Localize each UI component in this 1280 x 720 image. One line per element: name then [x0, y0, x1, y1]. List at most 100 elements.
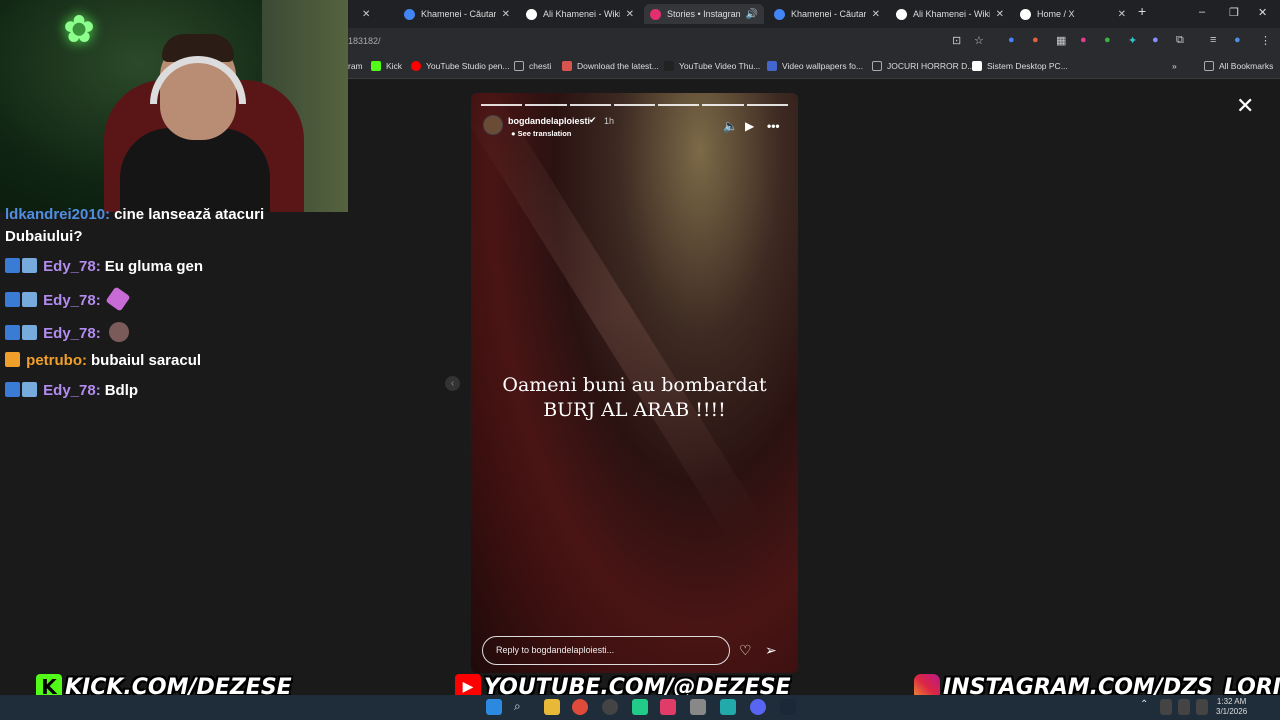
capcut-icon[interactable] — [660, 699, 676, 715]
bookmark-item[interactable]: Download the latest... — [562, 61, 659, 71]
all-bookmarks-label: All Bookmarks — [1219, 61, 1274, 71]
gear-logo-icon: ✿ — [63, 9, 95, 51]
story-progress-bar — [481, 104, 788, 106]
caption-line: Oameni buni au bombardat — [502, 374, 767, 396]
avatar[interactable] — [483, 115, 503, 135]
extension-icon[interactable]: ● — [1104, 34, 1111, 46]
clock[interactable]: 1:32 AM 3/1/2026 — [1216, 697, 1247, 717]
tab-partial[interactable]: ✕ — [350, 4, 390, 24]
extension-icon[interactable]: ● — [1008, 34, 1015, 46]
close-icon[interactable]: ✕ — [626, 9, 634, 20]
close-icon[interactable]: ✕ — [1118, 9, 1126, 20]
bookmark-item[interactable]: Kick — [371, 61, 402, 71]
badge-icon — [22, 325, 37, 340]
wallpaper-site-icon — [767, 61, 777, 71]
close-icon[interactable]: ✕ — [362, 9, 370, 20]
new-tab-icon[interactable]: + — [1138, 3, 1146, 19]
send-icon[interactable]: ➢ — [765, 642, 777, 659]
bookmark-label: chesti — [529, 61, 552, 71]
see-translation-link[interactable]: ● See translation — [511, 129, 571, 138]
steam-icon[interactable] — [780, 699, 796, 715]
extension-icon[interactable]: ▦ — [1056, 34, 1066, 47]
tab-instagram-stories[interactable]: Stories • Instagram 🔊 — [644, 4, 764, 24]
minimize-icon[interactable]: – — [1199, 6, 1205, 18]
url-text[interactable]: 183182/ — [348, 36, 381, 46]
tab-label: Ali Khamenei - Wikipedia — [913, 9, 990, 19]
more-options-icon[interactable]: ••• — [767, 119, 780, 133]
previous-story-button[interactable]: ‹ — [445, 376, 460, 391]
verified-icon: ✔ — [589, 115, 597, 125]
chat-message: ldkandrei2010: cine lansează atacuri — [5, 206, 264, 223]
window-close-icon[interactable]: ✕ — [1258, 6, 1267, 19]
chat-text: bubaiul saracul — [91, 352, 202, 369]
folder-icon — [514, 61, 524, 71]
badge-icon — [5, 325, 20, 340]
close-story-button[interactable]: ✕ — [1236, 93, 1254, 119]
obs-icon[interactable] — [602, 699, 618, 715]
badge-icon — [22, 292, 37, 307]
tab-wikipedia[interactable]: Ali Khamenei - Wikipedia ✕ — [890, 4, 1010, 24]
tab-google-search[interactable]: Khamenei - Căutare Google ✕ — [768, 4, 886, 24]
extension-icon[interactable]: ● — [1032, 34, 1039, 46]
extension-icon[interactable]: ✦ — [1128, 34, 1137, 47]
heart-icon[interactable]: ♡ — [739, 642, 752, 659]
reply-input[interactable]: Reply to bogdandelaploiesti... — [482, 636, 730, 665]
tray-icon[interactable] — [1160, 699, 1172, 715]
all-bookmarks-button[interactable]: All Bookmarks — [1204, 61, 1273, 71]
extension-icon[interactable]: ● — [1080, 34, 1087, 46]
more-bookmarks-icon[interactable]: » — [1172, 61, 1177, 71]
close-icon[interactable]: ✕ — [872, 9, 880, 20]
youtube-thumb-icon — [664, 61, 674, 71]
badge-icon — [5, 258, 20, 273]
bookmark-item[interactable]: Sistem Desktop PC... — [972, 61, 1068, 71]
tab-label: Khamenei - Căutare Google — [421, 9, 496, 19]
bookmark-item[interactable]: Video wallpapers fo... — [767, 61, 863, 71]
bookmark-label: Video wallpapers fo... — [782, 61, 864, 71]
bookmark-label: Kick — [386, 61, 403, 71]
see-translation-label: See translation — [517, 129, 572, 138]
volume-icon[interactable]: 🔈 — [723, 119, 738, 133]
crown-badge-icon — [5, 352, 20, 367]
bookmark-item[interactable]: YouTube Video Thu... — [664, 61, 760, 71]
clock-time: 1:32 AM — [1216, 697, 1247, 706]
story-username[interactable]: bogdandelaploiesti — [508, 116, 590, 126]
restore-icon[interactable]: ❐ — [1229, 6, 1239, 19]
story-image — [471, 93, 766, 545]
bookmark-item[interactable]: ram — [348, 61, 363, 71]
app-icon[interactable] — [720, 699, 736, 715]
search-icon[interactable]: ⌕ — [514, 699, 530, 715]
play-icon[interactable]: ▶ — [745, 119, 754, 133]
media-icon[interactable]: ≡ — [1210, 34, 1216, 46]
start-icon[interactable] — [486, 699, 502, 715]
instagram-icon — [650, 8, 661, 20]
menu-icon[interactable]: ⋮ — [1260, 34, 1271, 47]
network-icon[interactable] — [1178, 699, 1190, 715]
puzzle-icon[interactable]: ⧉ — [1176, 34, 1184, 47]
file-explorer-icon[interactable] — [544, 699, 560, 715]
story-viewer[interactable]: bogdandelaploiesti ✔ 1h ● See translatio… — [471, 93, 798, 673]
tab-google-search[interactable]: Khamenei - Căutare Google ✕ — [398, 4, 516, 24]
bookmark-item[interactable]: chesti — [514, 61, 551, 71]
tray-chevron-icon[interactable]: ⌃ — [1140, 699, 1150, 715]
speaker-icon[interactable]: 🔊 — [746, 9, 758, 20]
tab-wikipedia[interactable]: Ali Khamenei - Wikipedia ✕ — [520, 4, 640, 24]
tab-x-home[interactable]: Home / X ✕ — [1014, 4, 1132, 24]
settings-icon[interactable] — [690, 699, 706, 715]
profile-avatar-icon[interactable]: ● — [1234, 34, 1241, 46]
progress-segment — [481, 104, 523, 106]
extension-icon[interactable]: ● — [1152, 34, 1159, 46]
close-icon[interactable]: ✕ — [996, 9, 1004, 20]
bookmark-item[interactable]: YouTube Studio pen... — [411, 61, 510, 71]
google-icon — [404, 8, 415, 20]
app-icon[interactable] — [632, 699, 648, 715]
bookmark-item[interactable]: JOCURI HORROR D... — [872, 61, 974, 71]
close-icon[interactable]: ✕ — [502, 9, 510, 20]
screen: ✕ Khamenei - Căutare Google ✕ Ali Khamen… — [0, 0, 1280, 720]
discord-icon[interactable] — [750, 699, 766, 715]
star-icon[interactable]: ☆ — [974, 34, 984, 47]
chat-message: Edy_78: Eu gluma gen — [5, 258, 203, 275]
volume-icon[interactable] — [1196, 699, 1208, 715]
install-icon[interactable]: ⊡ — [952, 34, 961, 47]
chrome-icon[interactable] — [572, 699, 588, 715]
tab-label: Home / X — [1037, 9, 1075, 19]
